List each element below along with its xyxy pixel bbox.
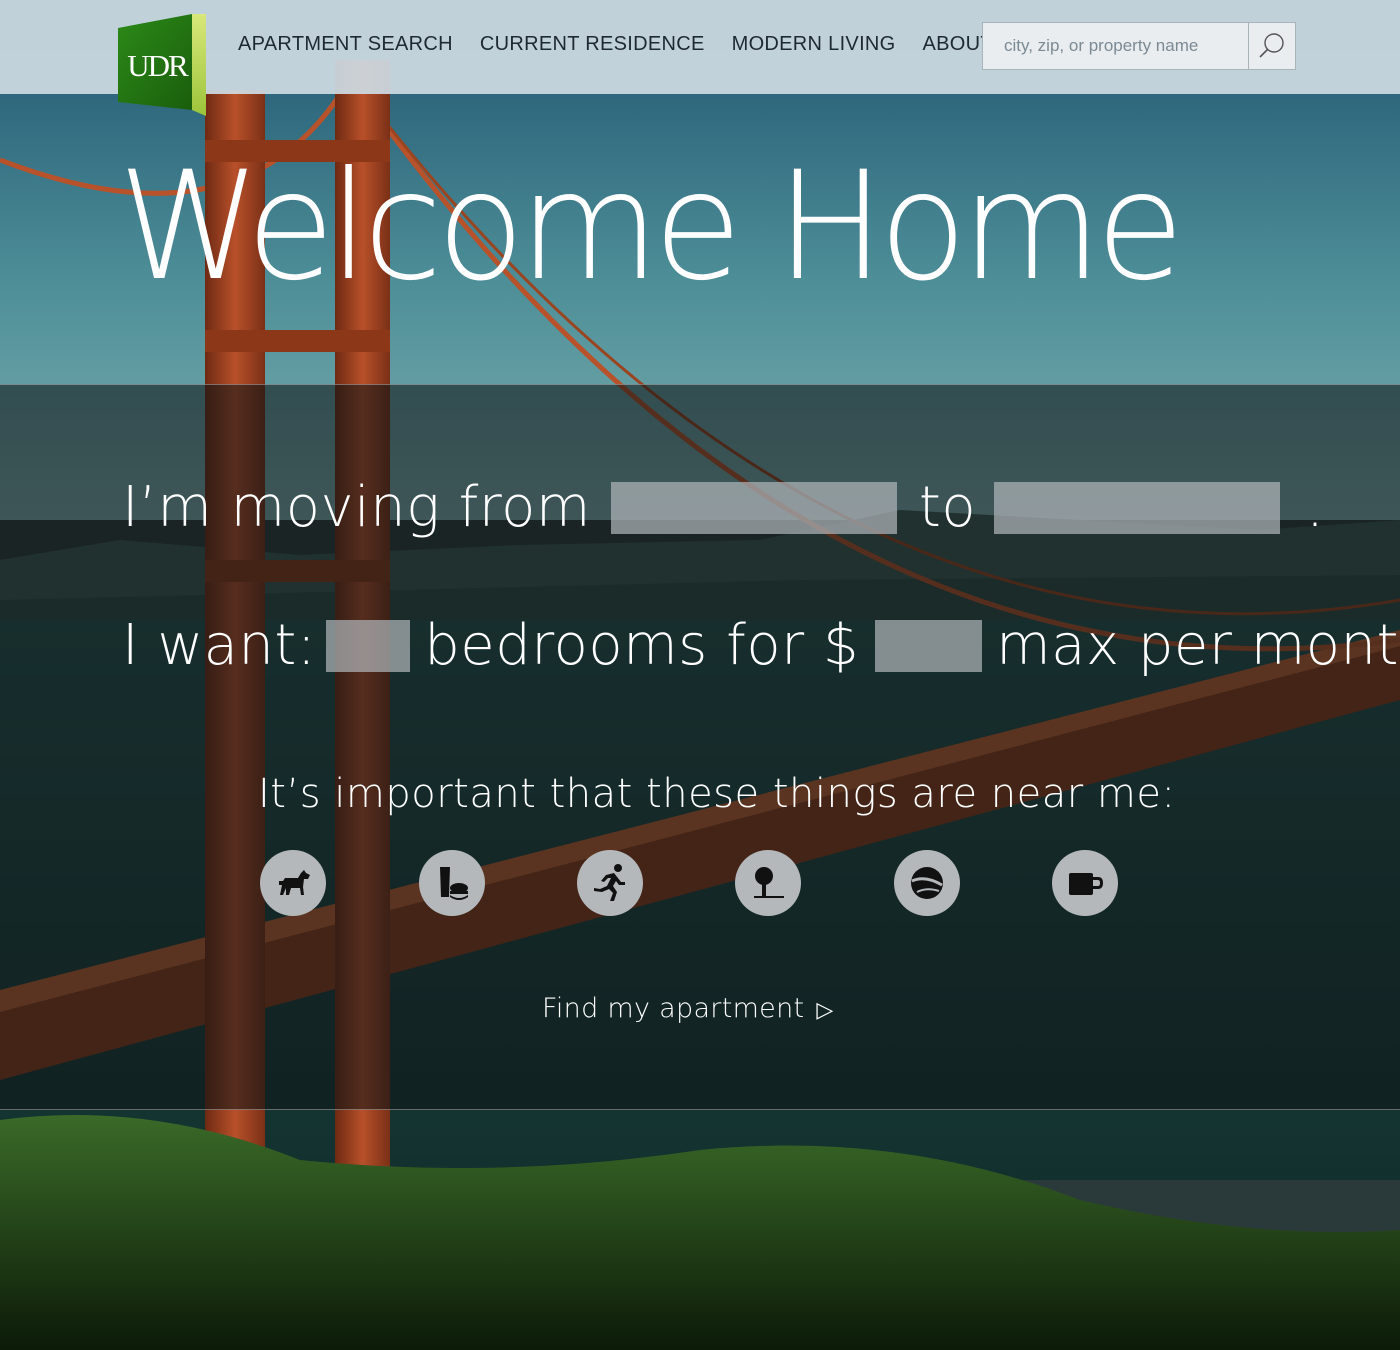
moving-row: I’m moving from to . xyxy=(122,475,1324,540)
bedrooms-label: bedrooms for $ xyxy=(424,613,860,678)
main-nav: APARTMENT SEARCH CURRENT RESIDENCE MODER… xyxy=(238,33,1020,56)
amenities-label: It’s important that these things are nea… xyxy=(258,771,1176,817)
food-drink-icon xyxy=(440,867,468,900)
nav-modern-living[interactable]: MODERN LIVING xyxy=(732,33,896,56)
site-search xyxy=(982,22,1296,70)
apartment-finder-panel: I’m moving from to . I want: bedrooms fo… xyxy=(0,384,1400,1110)
udr-logo[interactable]: UDR xyxy=(118,14,206,116)
park-tree-icon xyxy=(754,867,784,898)
nav-apartment-search[interactable]: APARTMENT SEARCH xyxy=(238,33,453,56)
want-label: I want: xyxy=(122,613,317,678)
to-label: to xyxy=(918,475,977,540)
amenity-coffee-toggle[interactable] xyxy=(1052,850,1118,916)
find-apartment-button[interactable]: Find my apartment ▷ xyxy=(542,993,834,1024)
period-label: . xyxy=(1306,475,1325,540)
amenity-food-drink-toggle[interactable] xyxy=(419,850,485,916)
want-row: I want: bedrooms for $ max per month. xyxy=(122,613,1400,678)
nav-current-residence[interactable]: CURRENT RESIDENCE xyxy=(480,33,705,56)
search-button[interactable] xyxy=(1248,23,1295,69)
dog-icon xyxy=(279,870,310,895)
hero-title: Welcome Home xyxy=(118,140,1184,314)
play-arrow-icon: ▷ xyxy=(816,998,834,1023)
amenity-dog-park-toggle[interactable] xyxy=(260,850,326,916)
search-input[interactable] xyxy=(983,23,1248,69)
find-apartment-label: Find my apartment xyxy=(542,993,805,1024)
bedrooms-field[interactable] xyxy=(326,619,411,672)
moving-from-field[interactable] xyxy=(610,481,897,534)
amenity-sports-toggle[interactable] xyxy=(894,850,960,916)
search-icon xyxy=(1259,33,1284,58)
runner-icon xyxy=(594,864,625,901)
amenity-park-toggle[interactable] xyxy=(735,850,801,916)
moving-from-label: I’m moving from xyxy=(122,475,591,540)
logo-text: UDR xyxy=(127,48,188,83)
max-per-month-label: max per month. xyxy=(996,613,1400,678)
moving-to-field[interactable] xyxy=(994,481,1281,534)
coffee-mug-icon xyxy=(1069,873,1103,895)
ball-icon xyxy=(911,867,943,899)
amenity-fitness-toggle[interactable] xyxy=(577,850,643,916)
max-price-field[interactable] xyxy=(875,619,983,672)
